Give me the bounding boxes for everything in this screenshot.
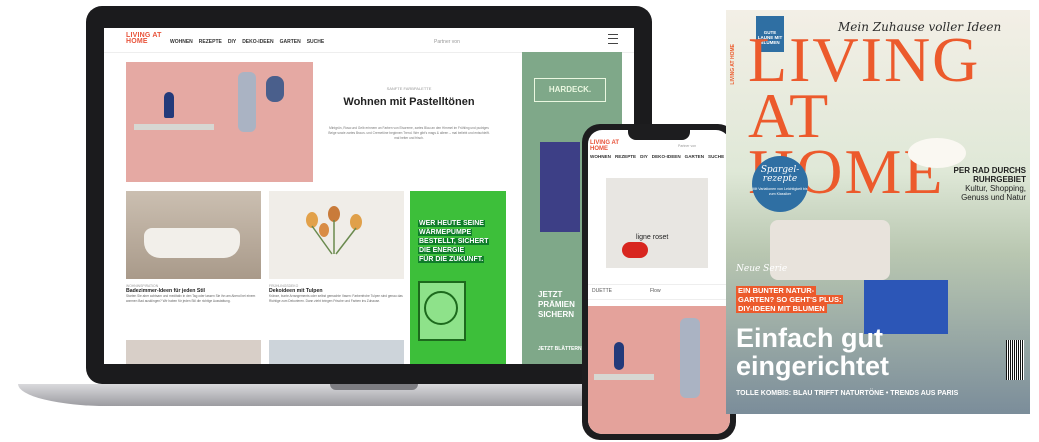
ligne-roset-logo: ligne roset [636, 234, 669, 241]
hero-coat [238, 72, 256, 132]
circle-title2: rezepte [762, 174, 798, 184]
nav-item-wohnen[interactable]: WOHNEN [170, 39, 193, 45]
ad-line: FÜR DIE ZUKUNFT. [418, 256, 485, 263]
phone-logo[interactable]: LIVING AT HOME [590, 140, 630, 152]
spargel-badge: Spargel- rezepte Mit Variationen von Lei… [752, 156, 808, 212]
phone-hero-image[interactable] [588, 306, 730, 434]
heatpump-ad[interactable]: WER HEUTE SEINE WÄRMEPUMPE BESTELLT, SIC… [410, 191, 506, 364]
ad-line: WÄRMEPUMPE [418, 229, 473, 236]
phone-vase [614, 342, 624, 370]
nav-item-wohnen[interactable]: WOHNEN [590, 154, 611, 164]
card-image-row3[interactable] [269, 340, 404, 364]
mag-right-text: PER RAD DURCHS RUHRGEBIET Kultur, Shoppi… [926, 166, 1026, 202]
barcode-icon [1006, 340, 1024, 380]
ad-brochure [540, 142, 580, 232]
fan-icon [424, 291, 458, 325]
orange-line: EIN BUNTER NATUR- [736, 286, 817, 295]
mag-footer: TOLLE KOMBIS: BLAU TRIFFT NATURTÖNE • TR… [736, 390, 959, 397]
side-ad-line: JETZT [538, 290, 563, 299]
menu-icon[interactable] [608, 34, 618, 44]
headline-line1: Einfach gut [736, 323, 883, 353]
right-line: Genuss und Natur [961, 193, 1026, 202]
card-body: Starten Sie aber achtsam und meditativ i… [126, 294, 256, 303]
sofa-shape [770, 220, 890, 280]
card-tulips: FRÜHLINGSDEKO Dekoideen mit Tulpen Kränz… [269, 284, 404, 304]
card-body: Kränze, bunte Arrangements oder selbst g… [269, 294, 403, 303]
jetzt-blaettern-button[interactable]: JETZT BLÄTTERN [538, 346, 582, 352]
hero-tag: SANFTE FARBPALETTE [386, 86, 432, 91]
phone-partner: Partner von [678, 144, 697, 148]
nav-item-diy[interactable]: DIY [640, 154, 648, 164]
ad-line: DIE ENERGIE [418, 247, 466, 254]
ad-line: BESTELLT, SICHERT [418, 238, 490, 245]
site-logo[interactable]: LIVING AT HOME [126, 32, 164, 45]
right-line: RUHRGEBIET [973, 175, 1026, 184]
mag-headline: Einfach gut eingerichtet [736, 324, 889, 380]
nav-item-rezepte[interactable]: REZEPTE [615, 154, 636, 164]
orange-line: DIY-IDEEN MIT BLUMEN [736, 304, 827, 313]
phone-screen: LIVING AT HOME Partner von WOHNEN REZEPT… [588, 130, 730, 434]
nav-item-diy[interactable]: DIY [228, 39, 236, 45]
phone-ad-bar: DUETTE Flow [588, 284, 730, 300]
hero-vase [164, 92, 174, 118]
site-nav: LIVING AT HOME WOHNEN REZEPTE DIY DEKO-I… [104, 28, 634, 53]
nav-item-rezepte[interactable]: REZEPTE [199, 39, 222, 45]
nav-item-deko-ideen[interactable]: DEKO-IDEEN [652, 154, 681, 164]
laptop-screen: LIVING AT HOME WOHNEN REZEPTE DIY DEKO-I… [104, 28, 634, 364]
hero-bag [266, 76, 284, 102]
hero-title[interactable]: Wohnen mit Pastelltönen [314, 96, 504, 108]
laptop-notch [330, 384, 418, 390]
bar-right: Flow [650, 288, 661, 294]
bathtub-shape [144, 228, 240, 258]
mag-orange-text: EIN BUNTER NATUR- GARTEN? SO GEHT'S PLUS… [736, 286, 876, 313]
phone-shelf [594, 374, 654, 380]
phone-notch [628, 130, 690, 140]
nav-item-garten[interactable]: GARTEN [280, 39, 301, 45]
partner-label: Partner von [434, 39, 460, 45]
nav-item-suche[interactable]: SUCHE [708, 154, 724, 164]
side-ad-text: JETZT PRÄMIEN SICHERN [538, 290, 575, 320]
lamp-shape [908, 138, 966, 168]
mag-side-label: LIVING AT HOME [730, 44, 736, 85]
hero-image[interactable] [126, 62, 313, 182]
hero-body: Mintgrün, Rosa und Gelb erinnern an Farb… [328, 126, 490, 140]
card-bathroom: WOHNINSPIRATION Badezimmer-Ideen für jed… [126, 284, 261, 304]
hero-text: SANFTE FARBPALETTE Wohnen mit Pastelltön… [314, 62, 504, 182]
magazine-cover: Mein Zuhause voller Ideen GUTE LAUNE MIT… [726, 10, 1030, 414]
nav-menu: WOHNEN REZEPTE DIY DEKO-IDEEN GARTEN SUC… [170, 39, 324, 45]
nav-item-suche[interactable]: SUCHE [307, 39, 325, 45]
tulip-icon [306, 206, 362, 255]
side-ad-line: PRÄMIEN [538, 300, 575, 309]
side-ad-line: SICHERN [538, 310, 575, 319]
nav-item-deko-ideen[interactable]: DEKO-IDEEN [242, 39, 273, 45]
nav-item-garten[interactable]: GARTEN [685, 154, 704, 164]
ad-line: WER HEUTE SEINE [418, 220, 485, 227]
orange-line: GARTEN? SO GEHT'S PLUS: [736, 295, 844, 304]
circle-sub: Mit Variationen von Leichtigkeit bis zum… [752, 187, 808, 196]
phone-nav: WOHNEN REZEPTE DIY DEKO-IDEEN GARTEN SUC… [588, 154, 730, 164]
phone-coat [680, 318, 700, 398]
hero-shelf [134, 124, 214, 130]
ad-slogan: WER HEUTE SEINE WÄRMEPUMPE BESTELLT, SIC… [418, 219, 498, 264]
headline-line2: eingerichtet [736, 351, 890, 381]
right-line: Kultur, Shopping, [965, 184, 1026, 193]
right-line: PER RAD DURCHS [953, 166, 1026, 175]
phone-ad-image[interactable] [606, 178, 708, 268]
bar-left: DUETTE [592, 288, 612, 294]
mag-series: Neue Serie [736, 264, 788, 274]
hardeck-logo: HARDECK. [534, 78, 606, 102]
red-chair [622, 242, 648, 258]
card-image-row3[interactable] [126, 340, 261, 364]
